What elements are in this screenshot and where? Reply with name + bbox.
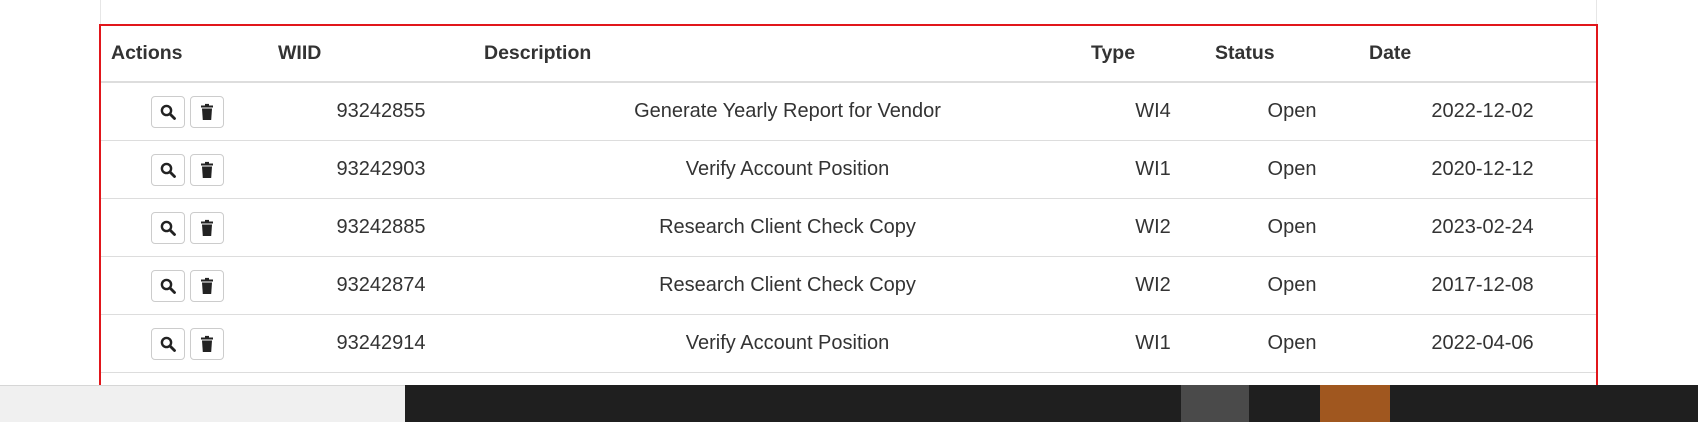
table-row[interactable]: 93242874 Research Client Check Copy WI2 Ope… [101,256,1596,315]
table-row[interactable]: 93242914 Verify Account Position WI1 Open 20… [101,314,1596,373]
column-header-status[interactable]: Status [1215,26,1369,83]
table-row[interactable]: 93242855 Generate Yearly Report for Vendo… [101,82,1596,141]
cell-type: WI2 [1091,198,1215,257]
cell-status: Open [1215,314,1369,373]
cell-description: Research Client Check Copy [484,256,1091,315]
cell-date: 2022-12-02 [1369,82,1596,141]
taskbar-item-gray[interactable] [1181,385,1249,422]
cell-wiid: 93242874 [278,256,484,315]
delete-button[interactable] [190,327,224,360]
cell-date: 2023-02-24 [1369,198,1596,257]
delete-button[interactable] [190,153,224,186]
column-header-description[interactable]: Description [484,26,1091,83]
cell-wiid: 93242903 [278,140,484,199]
view-button[interactable] [151,95,185,128]
taskbar [0,385,1698,422]
view-button[interactable] [151,211,185,244]
cell-status: Open [1215,82,1369,141]
taskbar-item-accent[interactable] [1320,385,1390,422]
cell-type: WI1 [1091,314,1215,373]
cell-status: Open [1215,198,1369,257]
column-header-type[interactable]: Type [1091,26,1215,83]
cell-description: Research Client Check Copy [484,198,1091,257]
cell-status: Open [1215,140,1369,199]
cell-status: Open [1215,256,1369,315]
view-button[interactable] [151,153,185,186]
column-header-date[interactable]: Date [1369,26,1596,83]
cell-description: Verify Account Position [484,314,1091,373]
column-header-wiid[interactable]: WIID [278,26,484,83]
taskbar-dark [405,385,1698,422]
row-actions [101,314,278,373]
delete-button[interactable] [190,269,224,302]
delete-button[interactable] [190,211,224,244]
cell-type: WI1 [1091,140,1215,199]
column-header-actions: Actions [101,26,278,83]
view-button[interactable] [151,327,185,360]
taskbar-left-light [0,385,405,422]
cell-description: Verify Account Position [484,140,1091,199]
row-actions [101,256,278,315]
page: Actions WIID Description Type Status Dat… [0,0,1698,422]
cell-date: 2017-12-08 [1369,256,1596,315]
cell-date: 2022-04-06 [1369,314,1596,373]
cell-wiid: 93242914 [278,314,484,373]
cell-description: Generate Yearly Report for Vendor [484,82,1091,141]
table-header-row: Actions WIID Description Type Status Dat… [101,26,1596,83]
container-frame [100,0,1597,24]
view-button[interactable] [151,269,185,302]
cell-date: 2020-12-12 [1369,140,1596,199]
row-actions [101,198,278,257]
cell-type: WI4 [1091,82,1215,141]
table-row[interactable]: 93242885 Research Client Check Copy WI2 Ope… [101,198,1596,257]
cell-wiid: 93242855 [278,82,484,141]
work-items-table: Actions WIID Description Type Status Dat… [101,26,1596,398]
table-body: 93242855 Generate Yearly Report for Vendo… [101,82,1596,398]
row-actions [101,82,278,141]
cell-wiid: 93242885 [278,198,484,257]
delete-button[interactable] [190,95,224,128]
table-row[interactable]: 93242903 Verify Account Position WI1 Open 20… [101,140,1596,199]
row-actions [101,140,278,199]
cell-type: WI2 [1091,256,1215,315]
work-items-table-panel: Actions WIID Description Type Status Dat… [99,24,1598,398]
